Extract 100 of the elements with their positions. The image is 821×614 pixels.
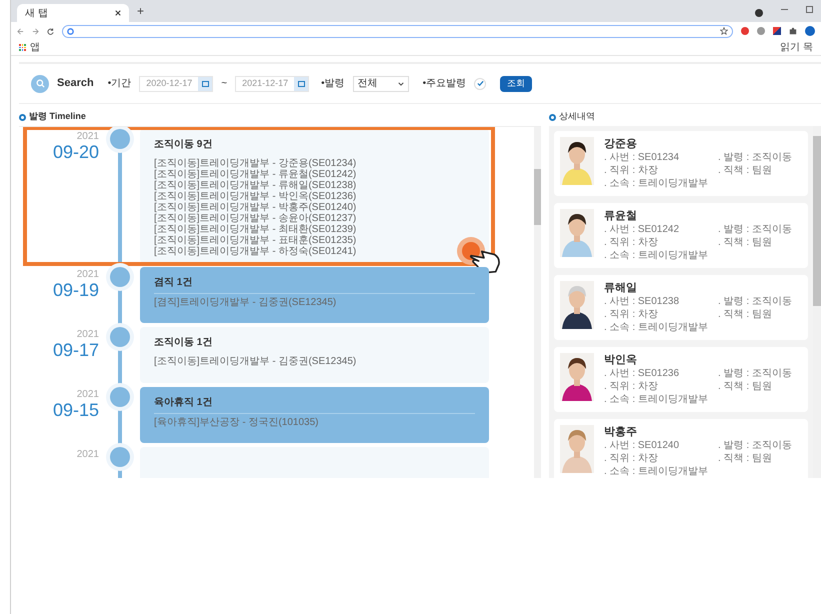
person-field: . 사번 : SE01240 (604, 439, 716, 452)
entry-line: [겸직]트레이딩개발부 - 김중권(SE12345) (154, 297, 338, 308)
person-field: . 직책 : 팀원 (718, 236, 802, 249)
person-card[interactable]: 박홍주 . 사번 : SE01240 . 발령 : 조직이동 . 직위 : 차장 . 직책 : 팀원 . 소속 : 트레이딩개발부 (554, 419, 808, 478)
person-field: . 직위 : 차장 (604, 236, 716, 249)
star-icon[interactable] (720, 27, 728, 35)
entry-date: 09-15 (52, 400, 99, 420)
entry-year: 2021 (76, 389, 99, 400)
check-icon (476, 80, 484, 87)
entry-line: [조직이동]트레이딩개발부 - 류해일(SE01238) (154, 180, 358, 191)
section-icon (19, 114, 26, 120)
entry-title: 육아휴직 1건 (154, 395, 475, 414)
major-label: •주요발령 (422, 77, 466, 91)
person-field: . 직책 : 팀원 (718, 308, 802, 321)
scrollbar-thumb[interactable] (813, 136, 821, 306)
person-card[interactable]: 강준용 . 사번 : SE01234 . 발령 : 조직이동 . 직위 : 차장 . 직책 : 팀원 . 소속 : 트레이딩개발부 (554, 131, 808, 196)
person-field: . 소속 : 트레이딩개발부 (604, 465, 716, 478)
person-field: . 직위 : 차장 (604, 380, 716, 393)
section-title: 상세내역 (559, 110, 595, 124)
reading-list-button[interactable]: 읽기 목 (780, 40, 813, 55)
new-tab-button[interactable]: + (137, 2, 144, 20)
entry-line: [조직이동]트레이딩개발부 - 박홍주(SE01240) (154, 202, 358, 213)
period-label: •기간 (108, 77, 132, 91)
entry-year: 2021 (76, 131, 99, 142)
type-label: •발령 (321, 77, 345, 91)
entry-date: 09-17 (52, 340, 99, 360)
person-field: . 직위 : 차장 (604, 308, 716, 321)
entry-line: [조직이동]트레이딩개발부 - 김중권(SE12345) (154, 356, 358, 367)
timeline-node (110, 129, 130, 149)
reload-icon[interactable] (47, 28, 54, 34)
person-field: . 소속 : 트레이딩개발부 (604, 249, 716, 262)
bookmark-link[interactable]: 앱 (30, 40, 40, 55)
profile-icon (755, 9, 763, 17)
back-icon[interactable] (17, 28, 24, 34)
person-field: . 소속 : 트레이딩개발부 (604, 321, 716, 334)
person-card[interactable]: 류해일 . 사번 : SE01238 . 발령 : 조직이동 . 직위 : 차장 . 직책 : 팀원 . 소속 : 트레이딩개발부 (554, 275, 808, 340)
entry-line: [조직이동]트레이딩개발부 - 류윤철(SE01242) (154, 169, 358, 180)
entry-title: 조직이동 9건 (154, 138, 214, 152)
person-field: . 소속 : 트레이딩개발부 (604, 393, 716, 406)
range-separator: ~ (221, 77, 228, 91)
search-button[interactable]: 조회 (500, 76, 532, 92)
person-name: 강준용 (604, 137, 638, 151)
section-title: 발령 Timeline (29, 110, 86, 124)
search-engine-icon (67, 28, 74, 34)
person-field: . 직위 : 차장 (604, 164, 716, 177)
entry-card[interactable] (140, 129, 489, 263)
entry-title: 겸직 1건 (154, 275, 475, 294)
calendar-icon[interactable] (198, 76, 212, 90)
maximize-icon[interactable] (806, 6, 813, 13)
person-field: . 발령 : 조직이동 (718, 295, 802, 308)
entry-title: 조직이동 1건 (154, 336, 214, 350)
entry-line: [육아휴직]부산공장 - 정국진(101035) (154, 417, 320, 428)
entry-line: [조직이동]트레이딩개발부 - 최태환(SE01239) (154, 224, 358, 235)
search-icon (31, 74, 49, 92)
type-select[interactable]: 전체 (352, 76, 409, 92)
person-name: 류해일 (604, 281, 638, 295)
person-field: . 직책 : 팀원 (718, 452, 802, 465)
entry-line: [조직이동]트레이딩개발부 - 하정숙(SE01241) (154, 246, 358, 257)
person-field: . 사번 : SE01234 (604, 151, 716, 164)
entry-year: 2021 (76, 449, 99, 460)
person-field: . 발령 : 조직이동 (718, 439, 802, 452)
browser-tab[interactable]: 새 탭 (17, 4, 129, 22)
person-field: . 발령 : 조직이동 (718, 151, 802, 164)
timeline-node (110, 447, 130, 467)
scrollbar-thumb[interactable] (534, 169, 541, 225)
entry-line: [조직이동]트레이딩개발부 - 강준용(SE01234) (154, 158, 358, 169)
entry-card[interactable]: 육아휴직 1건 [육아휴직]부산공장 - 정국진(101035) (140, 387, 489, 443)
entry-card[interactable]: 조직이동 1건 [조직이동]트레이딩개발부 - 김중권(SE12345) (140, 327, 489, 383)
entry-line: [조직이동]트레이딩개발부 - 표태훈(SE01235) (154, 235, 358, 246)
section-icon (549, 114, 556, 120)
entry-date: 09-20 (52, 142, 99, 162)
person-card[interactable]: 류윤철 . 사번 : SE01242 . 발령 : 조직이동 . 직위 : 차장 . 직책 : 팀원 . 소속 : 트레이딩개발부 (554, 203, 808, 268)
person-field: . 사번 : SE01236 (604, 367, 716, 380)
person-field: . 직위 : 차장 (604, 452, 716, 465)
close-icon[interactable] (115, 10, 121, 16)
person-field: . 사번 : SE01242 (604, 223, 716, 236)
timeline-node (110, 267, 130, 287)
person-field: . 소속 : 트레이딩개발부 (604, 177, 716, 190)
forward-icon[interactable] (32, 28, 39, 34)
person-card[interactable]: 박인옥 . 사번 : SE01236 . 발령 : 조직이동 . 직위 : 차장 . 직책 : 팀원 . 소속 : 트레이딩개발부 (554, 347, 808, 412)
chevron-icon (398, 82, 404, 86)
timeline-node (110, 327, 130, 347)
entry-card[interactable]: 겸직 1건 [겸직]트레이딩개발부 - 김중권(SE12345) (140, 267, 489, 323)
entry-line: [조직이동]트레이딩개발부 - 송윤아(SE01237) (154, 213, 358, 224)
person-name: 박홍주 (604, 425, 638, 439)
timeline-node (110, 387, 130, 407)
entry-date: 09-19 (52, 280, 99, 300)
major-checkbox[interactable] (474, 78, 486, 90)
person-field: . 직책 : 팀원 (718, 380, 802, 393)
entry-year: 2021 (76, 269, 99, 280)
entry-line: [조직이동]트레이딩개발부 - 박인옥(SE01236) (154, 191, 358, 202)
person-field: . 사번 : SE01238 (604, 295, 716, 308)
person-name: 박인옥 (604, 353, 638, 367)
calendar-icon[interactable] (294, 76, 308, 90)
search-title: Search (57, 76, 94, 92)
person-field: . 발령 : 조직이동 (718, 223, 802, 236)
apps-icon[interactable] (19, 44, 26, 51)
person-name: 류윤철 (604, 209, 638, 223)
entry-year: 2021 (76, 329, 99, 340)
avatar-icon[interactable] (805, 26, 815, 36)
